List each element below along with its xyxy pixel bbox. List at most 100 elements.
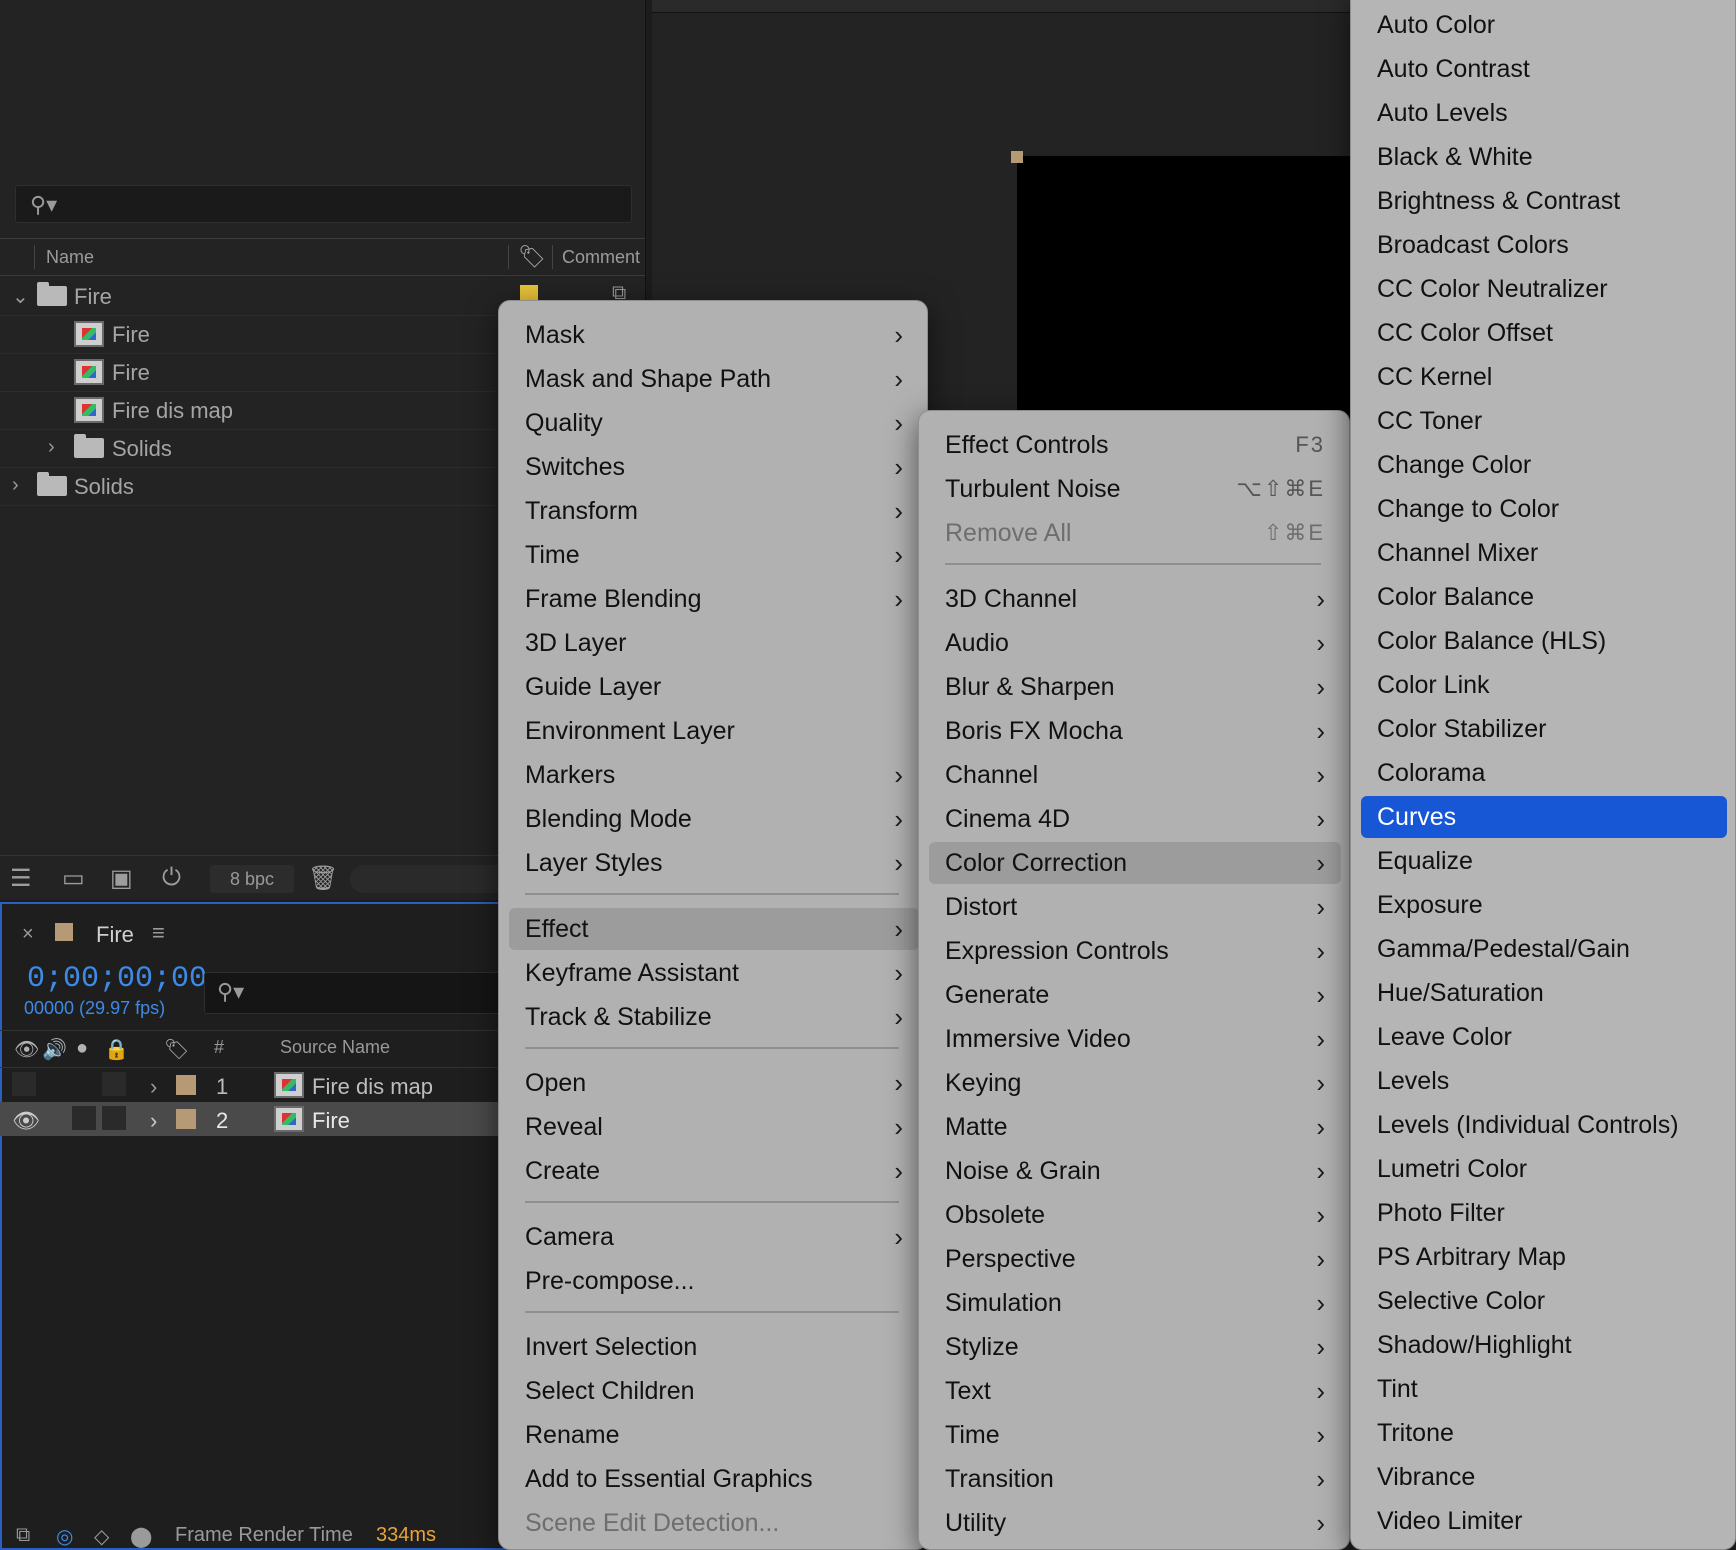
twirl-right-icon[interactable]: › xyxy=(48,436,55,459)
menu-item-perspective[interactable]: Perspective › xyxy=(929,1238,1341,1280)
menu-item-cc-color-offset[interactable]: CC Color Offset xyxy=(1361,312,1727,354)
menu-item-transform[interactable]: Transform › xyxy=(509,490,919,532)
twirl-right-icon[interactable]: › xyxy=(150,1108,157,1134)
menu-item-cinema-4d[interactable]: Cinema 4D › xyxy=(929,798,1341,840)
menu-item-obsolete[interactable]: Obsolete › xyxy=(929,1194,1341,1236)
menu-item-channel[interactable]: Channel › xyxy=(929,754,1341,796)
menu-item-transition[interactable]: Transition › xyxy=(929,1458,1341,1500)
menu-item-3d-channel[interactable]: 3D Channel › xyxy=(929,578,1341,620)
menu-item-colorama[interactable]: Colorama xyxy=(1361,752,1727,794)
menu-item-tint[interactable]: Tint xyxy=(1361,1368,1727,1410)
menu-item-reveal[interactable]: Reveal › xyxy=(509,1106,919,1148)
solo-switch[interactable] xyxy=(72,1106,96,1130)
menu-item-open[interactable]: Open › xyxy=(509,1062,919,1104)
menu-item-levels-individual-controls[interactable]: Levels (Individual Controls) xyxy=(1361,1104,1727,1146)
menu-item-color-correction[interactable]: Color Correction › xyxy=(929,842,1341,884)
layer-label-swatch[interactable] xyxy=(176,1109,196,1129)
menu-item-layer-styles[interactable]: Layer Styles › xyxy=(509,842,919,884)
menu-item-auto-contrast[interactable]: Auto Contrast xyxy=(1361,48,1727,90)
menu-item-cc-color-neutralizer[interactable]: CC Color Neutralizer xyxy=(1361,268,1727,310)
menu-item-photo-filter[interactable]: Photo Filter xyxy=(1361,1192,1727,1234)
menu-item-color-stabilizer[interactable]: Color Stabilizer xyxy=(1361,708,1727,750)
current-timecode[interactable]: 0;00;00;00 xyxy=(27,962,207,996)
menu-item-camera[interactable]: Camera › xyxy=(509,1216,919,1258)
menu-item-quality[interactable]: Quality › xyxy=(509,402,919,444)
menu-item-guide-layer[interactable]: Guide Layer xyxy=(509,666,919,708)
menu-item-selective-color[interactable]: Selective Color xyxy=(1361,1280,1727,1322)
menu-item-color-balance-hls[interactable]: Color Balance (HLS) xyxy=(1361,620,1727,662)
twirl-right-icon[interactable]: › xyxy=(150,1074,157,1100)
menu-item-hue-saturation[interactable]: Hue/Saturation xyxy=(1361,972,1727,1014)
menu-item-markers[interactable]: Markers › xyxy=(509,754,919,796)
menu-item-mask[interactable]: Mask › xyxy=(509,314,919,356)
menu-item-utility[interactable]: Utility › xyxy=(929,1502,1341,1544)
menu-item-boris-fx-mocha[interactable]: Boris FX Mocha › xyxy=(929,710,1341,752)
hamburger-menu-icon[interactable]: ≡ xyxy=(152,920,165,946)
motion-blur-icon[interactable]: ◎ xyxy=(56,1524,73,1549)
menu-item-stylize[interactable]: Stylize › xyxy=(929,1326,1341,1368)
menu-item-ps-arbitrary-map[interactable]: PS Arbitrary Map xyxy=(1361,1236,1727,1278)
menu-item-turbulent-noise[interactable]: Turbulent Noise ⌥⇧⌘E xyxy=(929,468,1341,510)
menu-item-video-limiter[interactable]: Video Limiter xyxy=(1361,1500,1727,1542)
menu-item-color-balance[interactable]: Color Balance xyxy=(1361,576,1727,618)
menu-item-keyframe-assistant[interactable]: Keyframe Assistant › xyxy=(509,952,919,994)
menu-item-auto-color[interactable]: Auto Color xyxy=(1361,4,1727,46)
menu-item-create[interactable]: Create › xyxy=(509,1150,919,1192)
video-switch[interactable] xyxy=(12,1072,36,1096)
layer-label-swatch[interactable] xyxy=(176,1075,196,1095)
menu-item-gamma-pedestal-gain[interactable]: Gamma/Pedestal/Gain xyxy=(1361,928,1727,970)
layer-name[interactable]: Fire xyxy=(312,1108,350,1134)
menu-item-black-and-white[interactable]: Black & White xyxy=(1361,136,1727,178)
lock-switch[interactable] xyxy=(102,1072,126,1096)
bit-depth-button[interactable]: 8 bpc xyxy=(210,865,294,893)
layer-name[interactable]: Fire dis map xyxy=(312,1074,433,1100)
menu-item-levels[interactable]: Levels xyxy=(1361,1060,1727,1102)
menu-item-mask-and-shape-path[interactable]: Mask and Shape Path › xyxy=(509,358,919,400)
menu-item-time[interactable]: Time › xyxy=(929,1414,1341,1456)
menu-item-pre-compose[interactable]: Pre-compose... xyxy=(509,1260,919,1302)
trash-icon[interactable]: 🗑 xyxy=(308,864,338,893)
eye-icon[interactable]: 👁 xyxy=(12,1108,40,1134)
menu-item-blur-and-sharpen[interactable]: Blur & Sharpen › xyxy=(929,666,1341,708)
menu-item-rename[interactable]: Rename xyxy=(509,1414,919,1456)
menu-item-environment-layer[interactable]: Environment Layer xyxy=(509,710,919,752)
new-folder-icon[interactable]: ▭ xyxy=(62,864,85,893)
graph-editor-icon[interactable]: ⬤ xyxy=(130,1524,152,1549)
menu-item-cc-toner[interactable]: CC Toner xyxy=(1361,400,1727,442)
menu-item-channel-mixer[interactable]: Channel Mixer xyxy=(1361,532,1727,574)
menu-item-cc-kernel[interactable]: CC Kernel xyxy=(1361,356,1727,398)
menu-item-3d-layer[interactable]: 3D Layer xyxy=(509,622,919,664)
menu-item-effect[interactable]: Effect › xyxy=(509,908,919,950)
menu-item-noise-and-grain[interactable]: Noise & Grain › xyxy=(929,1150,1341,1192)
menu-item-leave-color[interactable]: Leave Color xyxy=(1361,1016,1727,1058)
menu-item-shadow-highlight[interactable]: Shadow/Highlight xyxy=(1361,1324,1727,1366)
menu-item-vibrance[interactable]: Vibrance xyxy=(1361,1456,1727,1498)
menu-item-blending-mode[interactable]: Blending Mode › xyxy=(509,798,919,840)
menu-item-track-and-stabilize[interactable]: Track & Stabilize › xyxy=(509,996,919,1038)
label-tag-icon[interactable]: 🏷 xyxy=(164,1037,189,1062)
menu-item-time[interactable]: Time › xyxy=(509,534,919,576)
menu-item-color-link[interactable]: Color Link xyxy=(1361,664,1727,706)
menu-item-curves[interactable]: Curves xyxy=(1361,796,1727,838)
twirl-down-icon[interactable]: ⌄ xyxy=(12,284,29,309)
menu-item-equalize[interactable]: Equalize xyxy=(1361,840,1727,882)
close-icon[interactable]: × xyxy=(22,923,34,946)
menu-item-select-children[interactable]: Select Children xyxy=(509,1370,919,1412)
speaker-icon[interactable]: 🔊 xyxy=(42,1037,67,1062)
column-name[interactable]: Name xyxy=(46,247,94,268)
lock-icon[interactable]: 🔒 xyxy=(104,1037,129,1062)
menu-item-add-to-essential-graphics[interactable]: Add to Essential Graphics xyxy=(509,1458,919,1500)
menu-item-invert-selection[interactable]: Invert Selection xyxy=(509,1326,919,1368)
project-search-input[interactable]: ⚲▾ xyxy=(15,185,632,223)
lock-switch[interactable] xyxy=(102,1106,126,1130)
menu-item-change-color[interactable]: Change Color xyxy=(1361,444,1727,486)
column-comment[interactable]: Comment xyxy=(562,247,640,268)
eye-icon[interactable]: 👁 xyxy=(14,1037,39,1062)
layer-handle[interactable] xyxy=(1011,151,1023,163)
twirl-right-icon[interactable]: › xyxy=(12,474,19,497)
menu-item-matte[interactable]: Matte › xyxy=(929,1106,1341,1148)
menu-item-effect-controls[interactable]: Effect Controls F3 xyxy=(929,424,1341,466)
menu-item-auto-levels[interactable]: Auto Levels xyxy=(1361,92,1727,134)
menu-item-text[interactable]: Text › xyxy=(929,1370,1341,1412)
menu-item-lumetri-color[interactable]: Lumetri Color xyxy=(1361,1148,1727,1190)
